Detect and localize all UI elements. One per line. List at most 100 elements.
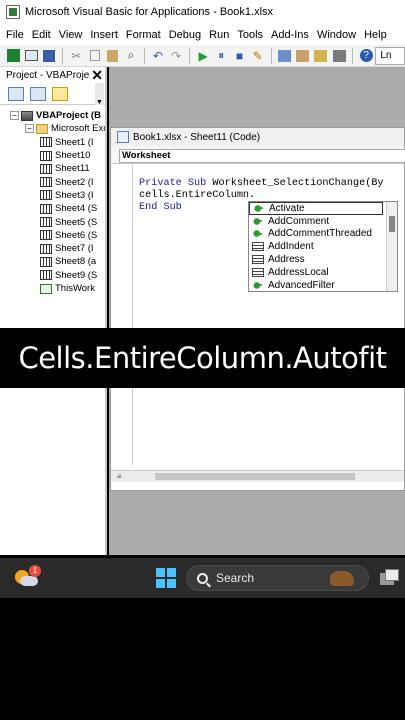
menu-window[interactable]: Window — [313, 29, 360, 41]
copy-icon[interactable] — [88, 48, 102, 64]
menu-run[interactable]: Run — [205, 29, 233, 41]
run-icon[interactable]: ▶ — [196, 48, 210, 64]
object-browser-icon[interactable] — [314, 48, 328, 64]
autocomplete-item-label: Activate — [269, 202, 305, 214]
autocomplete-item[interactable]: AdvancedFilter — [249, 279, 397, 292]
reset-icon[interactable]: ■ — [232, 48, 246, 64]
sheet-icon — [40, 163, 52, 174]
insert-module-icon[interactable] — [24, 48, 38, 64]
project-pane-header: Project - VBAProje — [0, 67, 105, 83]
taskbar-search-box[interactable]: Search — [186, 565, 369, 591]
horizontal-scrollbar[interactable]: ≡ — [111, 470, 404, 482]
menu-insert[interactable]: Insert — [86, 29, 122, 41]
method-icon — [252, 229, 264, 239]
autocomplete-scroll-thumb[interactable] — [389, 216, 395, 232]
sheet-icon — [40, 270, 52, 281]
autocomplete-item[interactable]: AddressLocal — [249, 266, 397, 279]
method-icon — [252, 280, 264, 290]
save-icon[interactable] — [42, 48, 56, 64]
split-bar-icon[interactable]: ≡ — [117, 472, 122, 481]
tree-item[interactable]: Sheet9 (S — [0, 269, 105, 282]
menu-add-ins[interactable]: Add-Ins — [267, 29, 313, 41]
menu-debug[interactable]: Debug — [165, 29, 205, 41]
toolbar-divider — [189, 47, 191, 64]
sheet-icon — [40, 177, 52, 188]
cursor-position: Ln 3, — [375, 46, 405, 77]
property-icon — [252, 242, 264, 252]
tree-item[interactable]: Sheet10 — [0, 149, 105, 162]
tree-item[interactable]: Sheet3 (I — [0, 189, 105, 202]
project-explorer-icon[interactable] — [278, 48, 292, 64]
taskbar: 1 Search — [0, 558, 405, 598]
tree-item[interactable]: Sheet4 (S — [0, 202, 105, 215]
code-line-2: cells.EntireColumn. — [139, 189, 256, 201]
toolbox-icon[interactable] — [332, 48, 346, 64]
tree-item[interactable]: − Microsoft Exc — [0, 122, 105, 135]
property-icon — [252, 267, 264, 277]
task-view-icon[interactable] — [380, 569, 400, 585]
help-icon[interactable]: ? — [359, 48, 373, 64]
tree-item[interactable]: ThisWork — [0, 282, 105, 295]
paste-icon[interactable] — [106, 48, 120, 64]
toolbar-divider — [62, 47, 64, 64]
project-tree: − VBAProject (B − Microsoft Exc Sheet1 (I She… — [0, 105, 105, 295]
autocomplete-item-label: AddCommentThreaded — [268, 228, 372, 240]
autocomplete-item[interactable]: AddCommentThreaded — [249, 228, 397, 241]
cut-icon[interactable]: ✂ — [69, 48, 83, 64]
scroll-thumb[interactable] — [155, 473, 355, 480]
tree-item[interactable]: Sheet2 (I — [0, 175, 105, 188]
tree-item-label: Sheet7 (I — [55, 243, 94, 255]
autocomplete-item-label: AdvancedFilter — [268, 279, 335, 291]
method-icon — [253, 203, 265, 213]
autocomplete-item[interactable]: AddIndent — [249, 240, 397, 253]
menu-format[interactable]: Format — [122, 29, 165, 41]
properties-window-icon[interactable] — [296, 48, 310, 64]
undo-icon[interactable]: ↶ — [151, 48, 165, 64]
menu-view[interactable]: View — [55, 29, 87, 41]
break-icon[interactable]: ⏸ — [214, 48, 228, 64]
title-bar: Microsoft Visual Basic for Applications … — [0, 0, 405, 24]
collapse-toggle-icon[interactable]: − — [25, 124, 34, 134]
menu-file[interactable]: File — [2, 29, 28, 41]
weather-widget-icon[interactable]: 1 — [15, 565, 41, 590]
windows-start-icon[interactable] — [156, 568, 176, 588]
autocomplete-item[interactable]: AddComment — [249, 215, 397, 228]
object-dropdown[interactable]: Worksheet — [119, 149, 405, 163]
tree-item-label: Sheet4 (S — [55, 203, 98, 215]
menu-edit[interactable]: Edit — [28, 29, 55, 41]
autocomplete-item[interactable]: Address — [249, 253, 397, 266]
design-mode-icon[interactable]: ✎ — [251, 48, 265, 64]
collapse-toggle-icon[interactable]: − — [10, 111, 19, 121]
property-icon — [252, 255, 264, 265]
tree-item[interactable]: Sheet6 (S — [0, 229, 105, 242]
redo-icon[interactable]: ↷ — [169, 48, 183, 64]
close-icon[interactable]: ✕ — [91, 67, 103, 83]
procedure-signature: Worksheet_SelectionChange(By — [206, 178, 384, 189]
sheet-icon — [40, 137, 52, 148]
toggle-folders-icon[interactable] — [52, 86, 68, 101]
caption-banner: Cells.EntireColumn.Autofit — [0, 328, 405, 388]
tree-item-label: Sheet2 (I — [55, 176, 94, 188]
view-code-icon[interactable] — [8, 86, 24, 101]
menu-tools[interactable]: Tools — [233, 29, 267, 41]
autocomplete-item[interactable]: Activate — [249, 202, 383, 215]
tree-item[interactable]: Sheet1 (I — [0, 136, 105, 149]
code-window-titlebar[interactable]: Book1.xlsx - Sheet11 (Code) — [111, 128, 404, 146]
tree-item[interactable]: Sheet5 (S — [0, 215, 105, 228]
tree-item-label: Sheet5 (S — [55, 216, 98, 228]
tree-item[interactable]: − VBAProject (B — [0, 109, 105, 122]
search-label: Search — [216, 571, 255, 585]
menu-help[interactable]: Help — [360, 29, 391, 41]
caption-text: Cells.EntireColumn.Autofit — [18, 341, 387, 375]
vba-app-icon — [6, 5, 20, 19]
tree-item[interactable]: Sheet8 (a — [0, 255, 105, 268]
object-dropdown-bar: Worksheet — [111, 146, 405, 164]
autocomplete-scrollbar[interactable] — [386, 202, 397, 291]
find-icon[interactable]: ⌕ — [124, 48, 138, 64]
tree-item[interactable]: Sheet11 — [0, 162, 105, 175]
tree-item-label: Sheet8 (a — [55, 256, 97, 268]
tree-item[interactable]: Sheet7 (I — [0, 242, 105, 255]
project-pane-scrollbar[interactable]: ▼ — [95, 83, 104, 106]
view-object-icon[interactable] — [30, 86, 46, 101]
view-excel-icon[interactable] — [6, 48, 20, 64]
